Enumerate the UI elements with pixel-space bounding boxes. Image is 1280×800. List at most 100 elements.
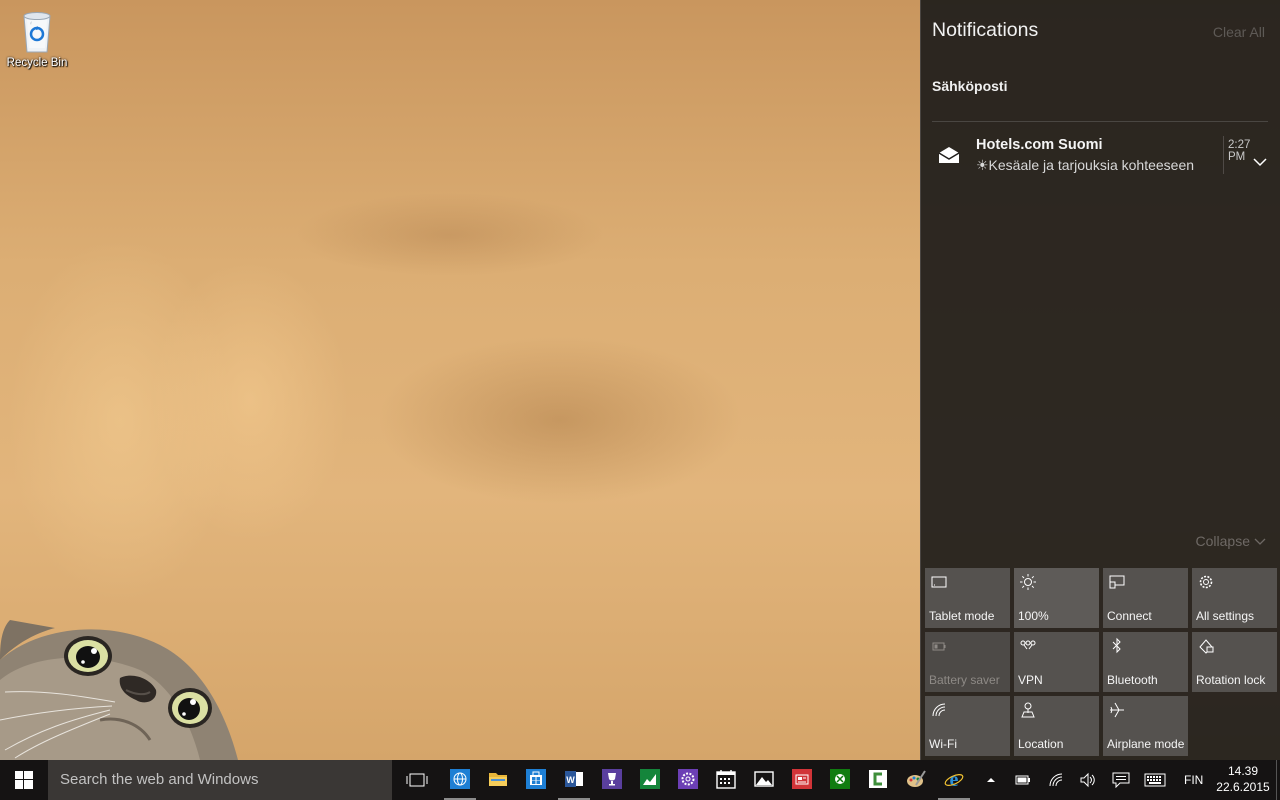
battery-icon[interactable] [1015,772,1031,786]
tile-label: Rotation lock [1196,673,1266,687]
desktop-icon-recycle-bin[interactable]: Recycle Bin [4,6,70,76]
chevron-down-icon [1254,538,1266,546]
svg-text:e: e [950,769,959,789]
desktop-icon-label: Recycle Bin [6,57,68,69]
taskbar-app-paint[interactable] [897,760,935,800]
tile-location[interactable]: Location [1014,696,1099,756]
tile-label: 100% [1018,609,1049,623]
divider [932,121,1268,122]
svg-text:W: W [566,775,575,785]
money-app-icon [640,769,660,789]
settings-app-icon [678,769,698,789]
tile-tablet-mode[interactable]: Tablet mode [925,568,1010,628]
taskbar-app-news[interactable] [783,760,821,800]
show-desktop-button[interactable] [1276,760,1280,800]
touch-keyboard-icon[interactable] [1144,773,1166,787]
chevron-down-icon[interactable] [1252,156,1268,168]
task-view-button[interactable] [400,760,432,800]
tile-label: Location [1018,737,1064,751]
start-button[interactable] [0,760,48,800]
store-icon [526,769,546,789]
news-app-icon [792,769,812,789]
tile-all-settings[interactable]: All settings [1192,568,1277,628]
vpn-icon [1020,640,1036,650]
wifi-tray-icon[interactable] [1048,772,1064,788]
tile-wifi[interactable]: Wi-Fi [925,696,1010,756]
tile-rotation-lock[interactable]: Rotation lock [1192,632,1277,692]
collapse-button[interactable]: Collapse [1196,533,1266,549]
notification-body: ☀Kesäale ja tarjouksia kohteeseen [976,157,1195,173]
taskbar-app-globe[interactable] [441,760,479,800]
tile-label: Connect [1107,609,1152,623]
battery-saver-icon [932,642,946,651]
recycle-bin-icon [23,12,51,53]
tile-airplane-mode[interactable]: Airplane mode [1103,696,1188,756]
internet-explorer-icon: e [944,769,964,789]
file-explorer-icon [489,773,507,786]
action-center-panel: Notifications Clear All Sähköposti Hotel… [920,0,1280,760]
notification-item[interactable]: Hotels.com Suomi ☀Kesäale ja tarjouksia … [932,126,1268,186]
mail-icon [938,147,960,163]
notification-title: Hotels.com Suomi [976,137,1103,153]
volume-icon[interactable] [1079,772,1097,788]
tile-battery-saver[interactable]: Battery saver [925,632,1010,692]
rotation-lock-icon [1199,639,1214,654]
taskbar-app-file-explorer[interactable] [479,760,517,800]
cat-wallpaper-image [0,620,238,760]
taskbar-app-word[interactable]: W [555,760,593,800]
taskbar-app-internet-explorer[interactable]: e [935,760,973,800]
taskbar-app-settings[interactable] [669,760,707,800]
tile-label: All settings [1196,609,1255,623]
notification-group-header[interactable]: Sähköposti [932,78,1007,94]
action-center-title: Notifications [932,19,1039,41]
taskbar-app-camtasia[interactable] [859,760,897,800]
globe-app-icon [450,769,470,789]
taskbar-app-store[interactable] [517,760,555,800]
taskbar: Search the web and Windows W e FIN 14.39… [0,760,1280,800]
quick-actions-grid: Tablet mode 100% Connect All settings Ba… [925,568,1277,756]
clock-time: 14.39 [1227,764,1259,778]
tile-label: Tablet mode [929,609,995,623]
clock[interactable]: 14.39 22.6.2015 [1212,763,1274,795]
tile-label: Wi-Fi [929,737,957,751]
tile-vpn[interactable]: VPN [1014,632,1099,692]
location-icon [1021,702,1035,718]
tile-connect[interactable]: Connect [1103,568,1188,628]
action-center-icon[interactable] [1112,772,1130,788]
connect-icon [1109,575,1125,589]
settings-gear-icon [1199,575,1213,589]
search-input[interactable]: Search the web and Windows [48,760,392,800]
taskbar-app-money[interactable] [631,760,669,800]
xbox-icon [830,769,850,789]
calendar-icon [716,770,736,789]
airplane-icon [1110,702,1124,718]
collapse-label: Collapse [1195,533,1250,549]
tile-brightness[interactable]: 100% [1014,568,1099,628]
paint-icon [907,770,926,787]
taskbar-app-calendar[interactable] [707,760,745,800]
windows-logo-icon [15,771,33,789]
word-icon: W [565,771,583,787]
tile-bluetooth[interactable]: Bluetooth [1103,632,1188,692]
tile-label: Battery saver [929,673,1000,687]
clear-all-button[interactable]: Clear All [1213,24,1265,40]
tile-label: VPN [1018,673,1043,687]
chevron-up-icon[interactable] [986,776,996,784]
tile-label: Airplane mode [1107,737,1185,751]
photos-icon [754,771,774,787]
tablet-mode-icon [931,576,947,588]
clock-date: 22.6.2015 [1216,780,1270,794]
notification-separator [1223,136,1224,174]
input-language-indicator[interactable]: FIN [1184,773,1203,787]
bluetooth-icon [1112,637,1121,654]
taskbar-app-xbox[interactable] [821,760,859,800]
system-tray [978,760,1178,800]
camtasia-icon [869,770,887,788]
task-view-icon [406,773,428,787]
brightness-icon [1020,574,1036,590]
tile-label: Bluetooth [1107,673,1158,687]
trophy-app-icon [602,769,622,789]
taskbar-app-trophy[interactable] [593,760,631,800]
wifi-icon [932,703,946,717]
taskbar-app-photos[interactable] [745,760,783,800]
